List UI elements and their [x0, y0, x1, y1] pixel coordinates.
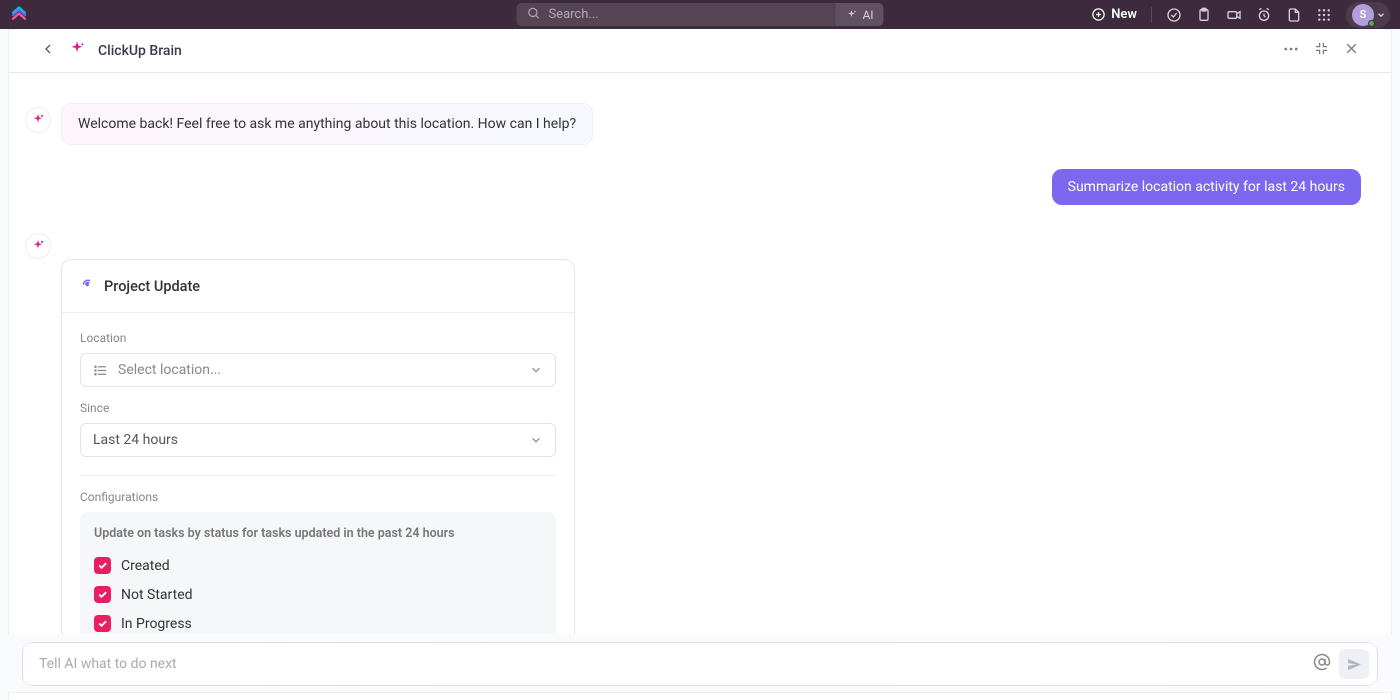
back-button[interactable] — [40, 41, 56, 61]
chat-input-bar — [22, 642, 1378, 686]
ai-avatar-icon — [25, 233, 51, 259]
ai-label: AI — [862, 8, 873, 22]
option-label: Not Started — [121, 587, 193, 603]
user-message: Summarize location activity for last 24 … — [1052, 169, 1361, 205]
ai-avatar-icon — [25, 107, 51, 133]
user-avatar: S — [1352, 4, 1374, 26]
plus-circle-icon — [1091, 7, 1106, 22]
since-value: Last 24 hours — [93, 432, 178, 448]
config-option-not-started[interactable]: Not Started — [94, 580, 542, 609]
chevron-down-icon — [529, 363, 543, 377]
location-placeholder: Select location... — [118, 362, 221, 378]
page-header: ClickUp Brain — [16, 29, 1384, 73]
checkbox-checked-icon[interactable] — [94, 557, 111, 574]
new-button[interactable]: New — [1091, 7, 1137, 22]
card-title: Project Update — [104, 278, 200, 295]
mention-button[interactable] — [1309, 649, 1335, 679]
video-icon[interactable] — [1226, 7, 1242, 23]
page-title: ClickUp Brain — [98, 43, 182, 59]
more-options-icon[interactable] — [1282, 40, 1300, 62]
config-option-created[interactable]: Created — [94, 551, 542, 580]
config-description: Update on tasks by status for tasks upda… — [94, 526, 542, 541]
docs-icon[interactable] — [1286, 7, 1302, 23]
presence-dot — [1368, 20, 1375, 27]
location-field-label: Location — [80, 331, 556, 345]
task-tray-icon[interactable] — [1166, 7, 1182, 23]
config-option-in-progress[interactable]: In Progress — [94, 609, 542, 634]
chevron-down-icon — [1376, 5, 1386, 24]
reminder-icon[interactable] — [1256, 7, 1272, 23]
configurations-label: Configurations — [80, 490, 556, 504]
checkbox-checked-icon[interactable] — [94, 615, 111, 632]
chat-input[interactable] — [39, 656, 1309, 672]
chevron-down-icon — [529, 433, 543, 447]
chat-scroll-area[interactable]: Welcome back! Feel free to ask me anythi… — [8, 73, 1392, 634]
ai-search-toggle[interactable]: AI — [834, 3, 883, 26]
broadcast-icon — [80, 276, 96, 296]
search-placeholder-text: Search... — [548, 7, 598, 22]
send-icon — [1346, 656, 1363, 673]
apps-grid-icon[interactable] — [1316, 7, 1332, 23]
checkbox-checked-icon[interactable] — [94, 586, 111, 603]
new-button-label: New — [1111, 7, 1137, 22]
divider — [80, 475, 556, 476]
clipboard-icon[interactable] — [1196, 7, 1212, 23]
brain-sparkle-icon — [68, 40, 86, 62]
location-select[interactable]: Select location... — [80, 353, 556, 387]
app-logo[interactable] — [10, 6, 28, 24]
option-label: Created — [121, 558, 170, 574]
list-icon — [93, 363, 108, 378]
since-field-label: Since — [80, 401, 556, 415]
app-topbar: Search... AI New S — [0, 0, 1400, 29]
sparkle-icon — [845, 9, 857, 21]
configurations-box: Update on tasks by status for tasks upda… — [80, 512, 556, 634]
collapse-icon[interactable] — [1314, 41, 1329, 60]
project-update-card: Project Update Location Select location.… — [61, 259, 575, 634]
global-search[interactable]: Search... — [516, 3, 834, 26]
since-select[interactable]: Last 24 hours — [80, 423, 556, 457]
user-menu[interactable]: S — [1346, 2, 1390, 28]
send-button[interactable] — [1339, 649, 1369, 679]
divider — [1151, 7, 1152, 23]
close-icon[interactable] — [1343, 40, 1360, 61]
option-label: In Progress — [121, 616, 192, 632]
ai-welcome-message: Welcome back! Feel free to ask me anythi… — [61, 103, 593, 145]
search-icon — [526, 5, 540, 24]
